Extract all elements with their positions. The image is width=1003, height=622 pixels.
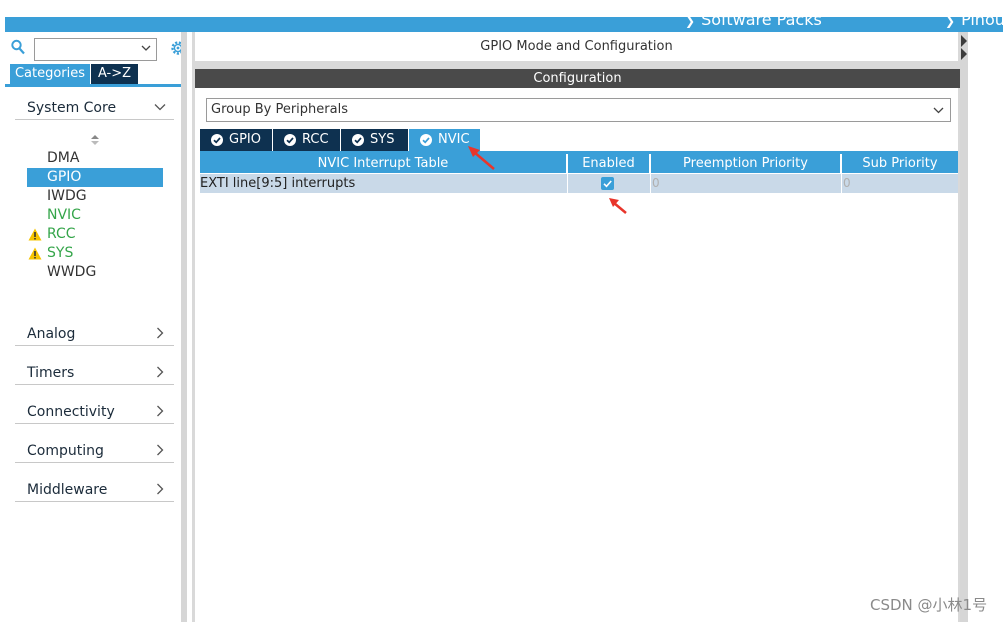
- check-circle-icon: [284, 134, 296, 146]
- chevron-right-icon: [157, 405, 164, 417]
- mode-title: GPIO Mode and Configuration: [195, 32, 958, 61]
- enabled-checkbox[interactable]: [601, 177, 614, 190]
- watermark: CSDN @小林1号: [870, 596, 988, 614]
- software-packs-label: Software Packs: [701, 17, 822, 29]
- group-by-select[interactable]: Group By Peripherals: [206, 98, 951, 122]
- sub-priority-value[interactable]: 0: [843, 174, 851, 193]
- header-nvic-interrupt-table[interactable]: NVIC Interrupt Table: [200, 154, 566, 173]
- column-divider: [650, 174, 651, 193]
- check-circle-icon: [211, 134, 223, 146]
- chevron-down-icon: [154, 104, 166, 111]
- check-circle-icon: [352, 134, 364, 146]
- configuration-area: GPIO Mode and Configuration Configuratio…: [192, 32, 963, 622]
- chevron-right-icon: [157, 327, 164, 339]
- left-panel-splitter[interactable]: [181, 32, 187, 622]
- column-divider: [841, 174, 842, 193]
- section-timers[interactable]: Timers: [15, 361, 174, 385]
- chevron-down-icon[interactable]: [141, 43, 151, 53]
- chevron-right-icon: [157, 444, 164, 456]
- categories-panel: Categories A->Z System Core DMA GPIO IWD…: [5, 32, 186, 622]
- tab-rcc[interactable]: RCC: [273, 129, 340, 151]
- tab-sys[interactable]: SYS: [341, 129, 408, 151]
- tab-label: NVIC: [438, 132, 470, 147]
- search-icon[interactable]: [11, 39, 25, 55]
- annotation-arrow-icon: [609, 198, 627, 214]
- interrupt-name: EXTI line[9:5] interrupts: [200, 176, 356, 191]
- section-system-core[interactable]: System Core: [15, 96, 174, 120]
- column-divider: [567, 174, 568, 193]
- software-packs-menu[interactable]: ❯ Software Packs: [685, 17, 822, 29]
- table-row[interactable]: EXTI line[9:5] interrupts 0 0: [200, 174, 958, 193]
- section-computing[interactable]: Computing: [15, 439, 174, 463]
- annotation-arrow-icon: [468, 146, 495, 170]
- warning-icon: [28, 228, 42, 241]
- sort-icon[interactable]: [90, 134, 100, 146]
- tab-gpio[interactable]: GPIO: [200, 129, 272, 151]
- top-banner: ❯ Software Packs ❯ Pinou: [5, 17, 1003, 32]
- section-label: Timers: [27, 365, 75, 381]
- tab-underline: [5, 84, 186, 87]
- tab-categories[interactable]: Categories: [10, 64, 90, 84]
- peripheral-sys[interactable]: SYS: [27, 244, 163, 263]
- search-input[interactable]: [34, 38, 157, 61]
- peripheral-dma[interactable]: DMA: [27, 149, 163, 168]
- section-label: Analog: [27, 326, 76, 342]
- section-middleware[interactable]: Middleware: [15, 478, 174, 502]
- check-icon: [603, 180, 612, 188]
- tab-a-z[interactable]: A->Z: [91, 64, 138, 84]
- chevron-down-icon: ❯: [685, 17, 696, 28]
- header-sub-priority[interactable]: Sub Priority: [842, 154, 958, 173]
- peripheral-label: RCC: [47, 226, 76, 242]
- section-label: System Core: [27, 100, 117, 116]
- pinout-label: Pinou: [961, 17, 1003, 29]
- chevron-down-icon: [933, 107, 944, 114]
- chevron-right-icon: [157, 483, 164, 495]
- peripheral-iwdg[interactable]: IWDG: [27, 187, 163, 206]
- warning-icon: [28, 247, 42, 260]
- peripheral-gpio[interactable]: GPIO: [27, 168, 163, 187]
- search-row: [11, 36, 187, 61]
- tab-label: RCC: [302, 132, 329, 147]
- pinout-menu[interactable]: ❯ Pinou: [945, 17, 1003, 29]
- configuration-body: Group By Peripherals GPIO RCC SYS NVIC N…: [195, 88, 958, 622]
- header-preemption-priority[interactable]: Preemption Priority: [651, 154, 840, 173]
- stm32cube-window: ❯ Software Packs ❯ Pinou Categories A->Z…: [0, 0, 1003, 622]
- peripheral-label: SYS: [47, 245, 74, 261]
- peripheral-rcc[interactable]: RCC: [27, 225, 163, 244]
- preemption-priority-value[interactable]: 0: [652, 174, 660, 193]
- right-panel-splitter[interactable]: [960, 32, 968, 622]
- section-label: Connectivity: [27, 404, 115, 420]
- section-analog[interactable]: Analog: [15, 322, 174, 346]
- tab-label: SYS: [370, 132, 395, 147]
- header-enabled[interactable]: Enabled: [568, 154, 649, 173]
- chevron-right-icon: [157, 366, 164, 378]
- peripheral-nvic[interactable]: NVIC: [27, 206, 163, 225]
- tab-label: GPIO: [229, 132, 261, 147]
- group-by-value: Group By Peripherals: [211, 102, 348, 117]
- check-circle-icon: [420, 134, 432, 146]
- section-connectivity[interactable]: Connectivity: [15, 400, 174, 424]
- peripheral-wwdg[interactable]: WWDG: [27, 263, 163, 282]
- category-tabs: Categories A->Z: [5, 64, 186, 84]
- section-label: Computing: [27, 443, 104, 459]
- collapse-arrow-icon[interactable]: [960, 32, 968, 62]
- section-label: Middleware: [27, 482, 108, 498]
- chevron-down-icon: ❯: [945, 17, 956, 28]
- configuration-header: Configuration: [195, 69, 960, 88]
